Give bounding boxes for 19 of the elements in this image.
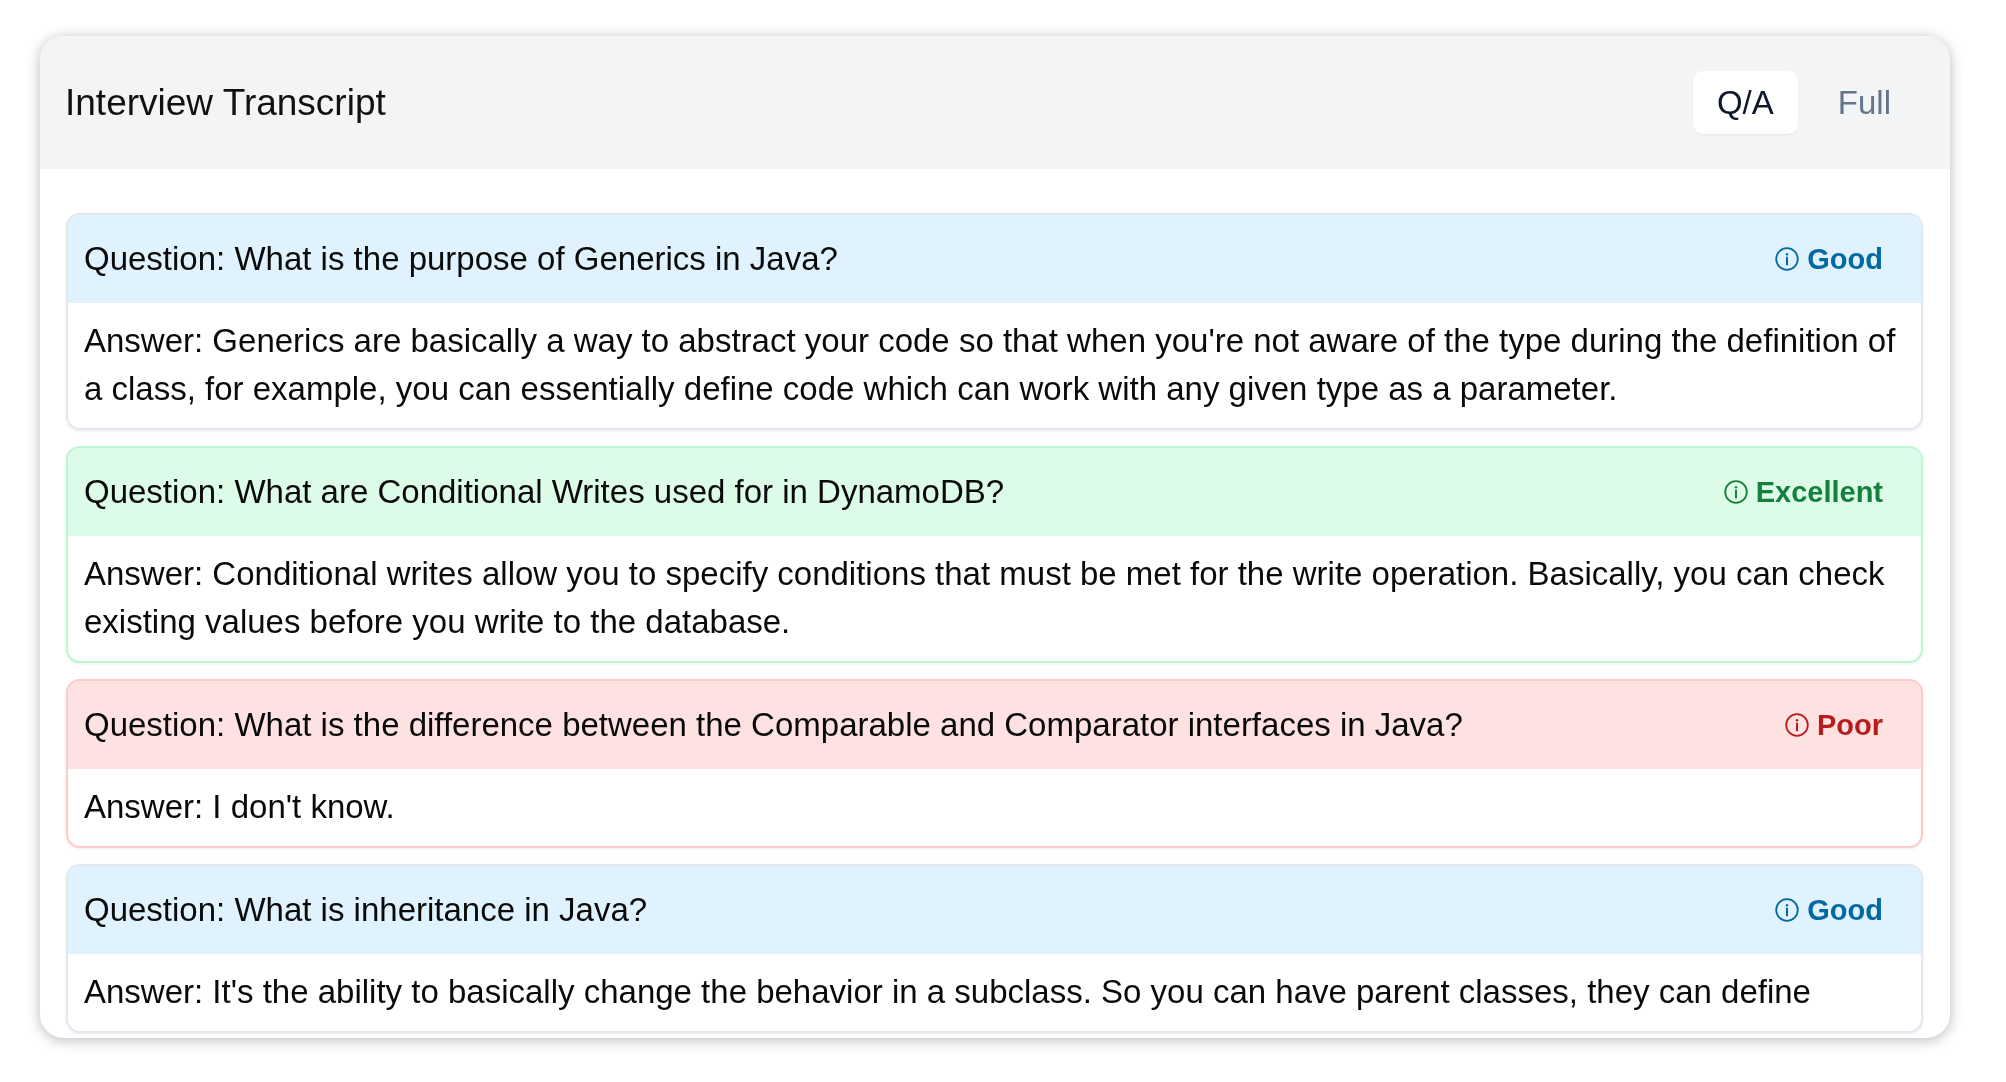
- rating-label: Poor: [1816, 708, 1883, 742]
- question-text: Question: What are Conditional Writes used for in DynamoDB?: [84, 473, 1005, 511]
- rating-label: Good: [1807, 893, 1883, 927]
- view-tab[interactable]: Full: [1813, 71, 1915, 134]
- answer-text: Answer: It's the ability to basically change the behavior in a subclass. So you can have parent classes, they can define: [83, 972, 1812, 1012]
- question-text: Question: What is the purpose of Generics in Java?: [84, 240, 838, 278]
- answer-text: Answer: I don't know.: [83, 787, 396, 827]
- info-icon: [1784, 713, 1809, 737]
- answer-text: Answer: Generics are basically a way to abstract your code so that when you're not aware of the type during the definition of a class, for example, you can essentially define code which can work with any given type as a parameter.: [83, 321, 1897, 409]
- question-text: Question: What is the difference between the Comparable and Comparator interfaces in Java?: [84, 706, 1463, 744]
- rating-label: Good: [1807, 242, 1883, 276]
- info-icon: [1775, 898, 1800, 922]
- question-text: Question: What is inheritance in Java?: [84, 891, 648, 929]
- view-tab[interactable]: Q/A: [1692, 71, 1798, 134]
- rating-label: Excellent: [1755, 475, 1883, 509]
- panel-title: Interview Transcript: [65, 81, 386, 124]
- info-icon: [1775, 247, 1800, 271]
- answer-text: Answer: Conditional writes allow you to specify conditions that must be met for the write operation. Basically, you can check existing values before you write to the database.: [83, 554, 1886, 642]
- info-icon: [1723, 480, 1748, 504]
